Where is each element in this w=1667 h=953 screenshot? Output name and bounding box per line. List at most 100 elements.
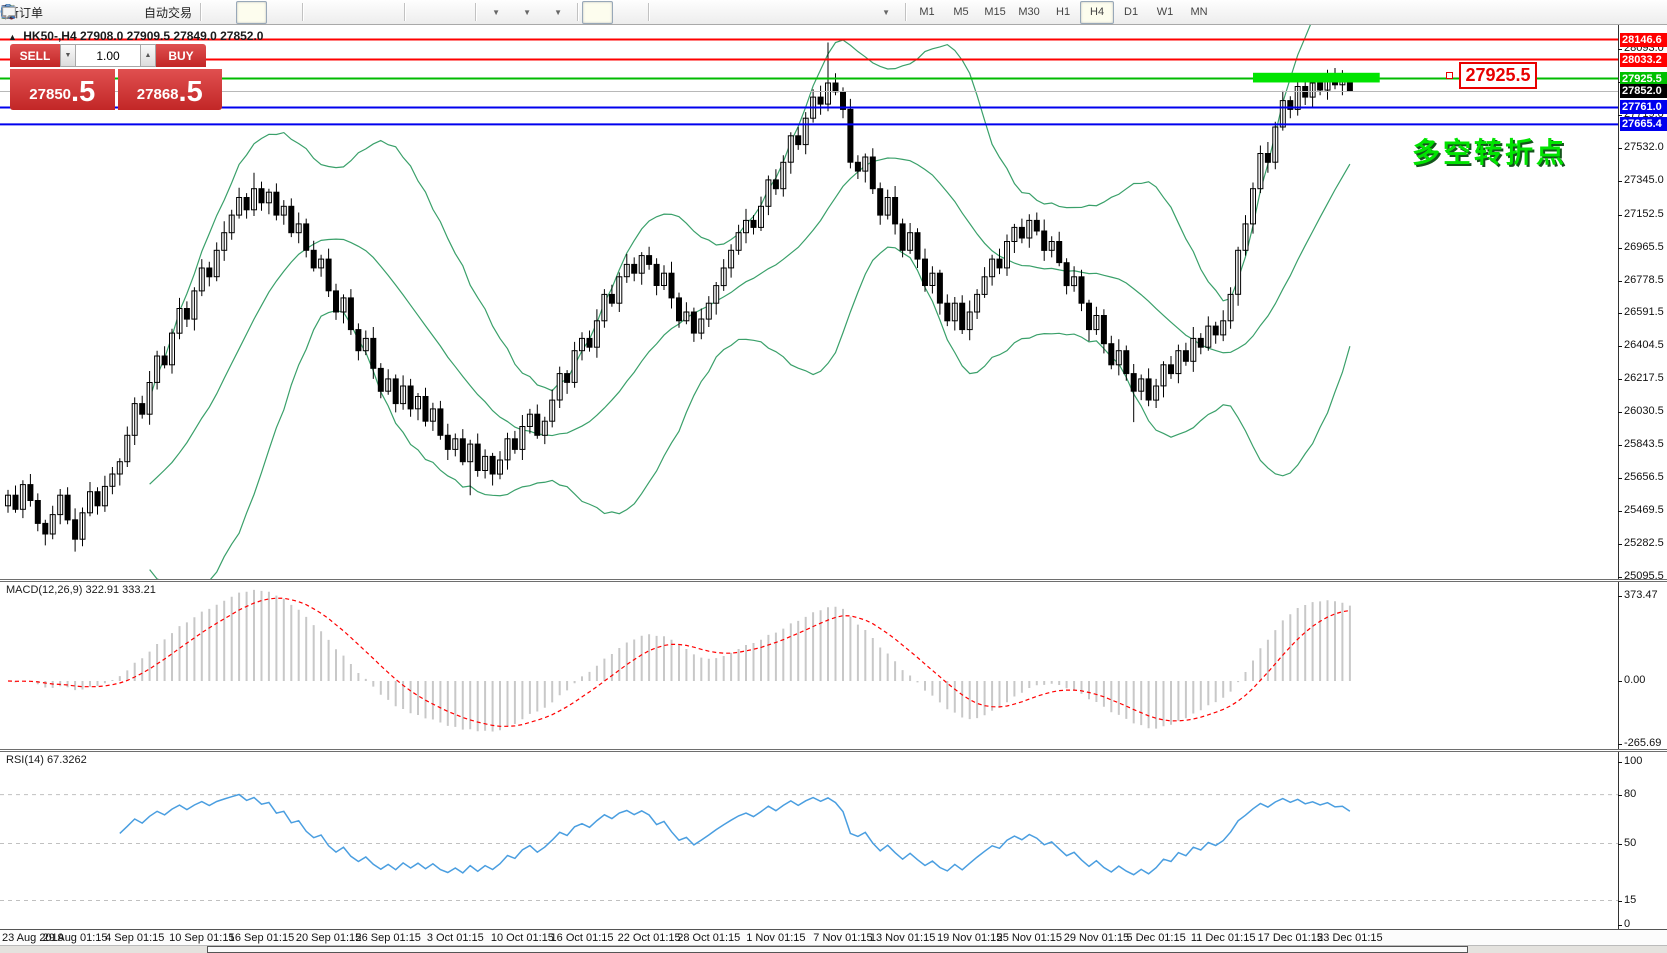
price-tick: 26030.5 [1624, 405, 1664, 418]
timeframe-mn[interactable]: MN [1182, 1, 1216, 24]
time-axis-label: 10 Oct 01:15 [490, 932, 554, 944]
price-tick-mark [1618, 247, 1622, 249]
rsi-tick-mark [1618, 900, 1622, 902]
vertical-line-tool[interactable] [7, 1, 684, 24]
separator [200, 3, 202, 21]
timeframe-h4[interactable]: H4 [1080, 0, 1115, 24]
time-axis-label: 23 Dec 01:15 [1317, 932, 1383, 944]
autotrading-button[interactable]: 自动交易 [0, 1, 196, 24]
line-endpoint-handle[interactable] [1446, 72, 1453, 79]
time-axis-label: 13 Nov 01:15 [869, 932, 936, 944]
price-tick: 27152.5 [1624, 207, 1664, 220]
price-tick: 25656.5 [1624, 471, 1664, 484]
price-tick: 26591.5 [1624, 306, 1664, 319]
time-axis-label: 3 Oct 01:15 [426, 932, 484, 944]
time-axis-label: 7 Nov 01:15 [813, 932, 873, 944]
time-axis-label: 29 Aug 01:15 [42, 932, 108, 944]
price-level-badge: 27665.4 [1620, 117, 1667, 132]
candlestick-chart-button[interactable] [2, 0, 268, 24]
templates-button[interactable]: ▼ [1, 1, 573, 24]
price-level-badge: 27925.5 [1620, 71, 1667, 86]
timeframe-group: M1 M5 M15 M30 H1 H4 D1 W1 MN [910, 0, 1216, 24]
timeframe-m15[interactable]: M15 [978, 1, 1012, 24]
price-tick: 27532.0 [1624, 140, 1664, 153]
timeframe-m5[interactable]: M5 [944, 1, 978, 24]
buy-price-button[interactable]: 27868 .5 [117, 69, 222, 110]
arrows-tool[interactable]: ▼ [4, 1, 901, 24]
macd-tick: 373.47 [1624, 589, 1658, 601]
macd-tick-mark [1618, 744, 1622, 745]
time-axis-label: 22 Oct 01:15 [617, 932, 681, 944]
chinese-annotation[interactable]: 多空转折点 [1412, 131, 1567, 171]
crosshair-tool-button[interactable] [2, 1, 644, 24]
dropdown-caret: ▼ [523, 7, 531, 17]
price-tick-mark [1618, 114, 1622, 116]
rsi-tick: 15 [1624, 893, 1637, 906]
chart-shift-button[interactable] [2, 1, 471, 24]
signals-button[interactable] [2, 1, 140, 24]
fibonacci-tool[interactable]: F [2, 1, 808, 24]
time-axis-label: 16 Sep 01:15 [228, 932, 295, 944]
time-axis-label: 19 Nov 01:15 [936, 932, 1003, 944]
macd-tick-mark [1618, 596, 1622, 597]
time-axis[interactable]: 23 Aug 2019 29 Aug 01:15 4 Sep 01:15 10 Sep… [0, 929, 1667, 945]
chart-ohlc-values: 27908.0 27909.5 27849.0 27852.0 [79, 29, 264, 43]
horizontal-line-tool[interactable] [2, 1, 715, 24]
text-tool[interactable]: A [3, 1, 839, 24]
autotrading-label: 自动交易 [144, 5, 193, 20]
time-axis-label: 29 Nov 01:15 [1063, 932, 1130, 944]
volume-increase-button[interactable]: ▲ [140, 44, 156, 67]
price-tick-mark [1618, 313, 1622, 315]
market-watch-button[interactable] [1, 1, 109, 24]
volume-input[interactable] [76, 44, 140, 67]
price-tick-mark [1618, 280, 1622, 282]
indicators-button[interactable]: ▼ [1, 1, 511, 24]
tile-windows-button[interactable] [1, 1, 400, 24]
sell-price-main: 27850 [29, 86, 72, 103]
price-tick: 26778.5 [1624, 273, 1664, 286]
sell-price-button[interactable]: 27850 .5 [10, 69, 115, 110]
channel-tool[interactable]: E [1, 1, 777, 24]
price-tick: 27345.0 [1624, 173, 1664, 186]
price-tick-mark [1618, 379, 1622, 381]
time-axis-label: 5 Dec 01:15 [1126, 932, 1186, 944]
chat-icon[interactable] [0, 4, 18, 21]
rsi-tick-mark [1618, 762, 1622, 763]
rsi-tick: 50 [1624, 836, 1637, 849]
label-tool[interactable]: T [1, 1, 870, 24]
cursor-tool-button[interactable] [5, 0, 614, 24]
time-axis-label: 4 Sep 01:15 [105, 932, 165, 944]
rsi-tick-mark [1618, 794, 1622, 796]
price-tick: 25282.5 [1624, 537, 1664, 550]
auto-scroll-button[interactable] [2, 1, 440, 24]
price-tick-mark [1618, 478, 1622, 480]
separator [404, 3, 406, 21]
separator [905, 3, 907, 21]
zoom-out-button[interactable] [1, 1, 369, 24]
buy-button[interactable]: BUY [156, 44, 206, 67]
bar-chart-button[interactable] [2, 1, 236, 24]
quotes-button[interactable] [1, 1, 78, 24]
rsi-tick: 100 [1624, 755, 1643, 767]
timeframe-m1[interactable]: M1 [910, 1, 944, 24]
timeframe-w1[interactable]: W1 [1148, 1, 1182, 24]
price-annotation-box[interactable]: 27925.5 [1459, 62, 1537, 89]
timeframe-d1[interactable]: D1 [1114, 1, 1148, 24]
trendline-tool[interactable] [2, 1, 746, 24]
zoom-in-button[interactable] [1, 1, 338, 24]
timeframe-m30[interactable]: M30 [1012, 1, 1046, 24]
scrollbar-thumb[interactable] [207, 946, 1468, 953]
sell-button[interactable]: SELL [10, 44, 60, 67]
macd-tick: -265.69 [1624, 737, 1662, 749]
rsi-panel [0, 793, 1618, 902]
rsi-label: RSI(14) 67.3262 [6, 754, 87, 766]
timeframe-h1[interactable]: H1 [1046, 1, 1080, 24]
rsi-tick-mark [1618, 843, 1622, 845]
price-tick: 25469.5 [1624, 504, 1664, 517]
line-chart-button[interactable] [1, 1, 298, 24]
horizontal-scrollbar[interactable] [0, 945, 1667, 953]
green-zone-rectangle[interactable] [1252, 72, 1380, 83]
periods-button[interactable]: ▼ [1, 1, 542, 24]
price-level-badge: 27761.0 [1620, 100, 1667, 115]
volume-decrease-button[interactable]: ▼ [60, 44, 76, 67]
